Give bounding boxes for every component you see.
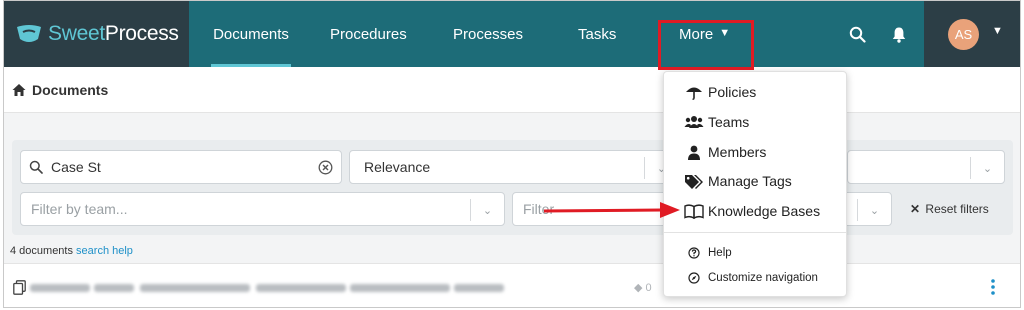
chevron-down-icon: ⌄ bbox=[857, 199, 891, 221]
brand[interactable]: SweetProcess bbox=[4, 1, 189, 67]
menu-item-customize-navigation[interactable]: Customize navigation bbox=[684, 270, 818, 286]
menu-item-members[interactable]: Members bbox=[684, 144, 766, 160]
sort-select[interactable]: Relevance ⌄ bbox=[349, 150, 679, 184]
umbrella-icon bbox=[684, 84, 704, 100]
blurred-text bbox=[94, 284, 134, 292]
nav-procedures[interactable]: Procedures bbox=[330, 1, 407, 67]
notifications-button[interactable] bbox=[888, 23, 910, 45]
brand-name: SweetProcess bbox=[48, 22, 179, 46]
results-summary: 4 documents search help bbox=[10, 245, 133, 257]
top-nav: SweetProcess Documents Procedures Proces… bbox=[4, 1, 1020, 67]
compass-icon bbox=[684, 270, 704, 286]
menu-item-knowledge-bases[interactable]: Knowledge Bases bbox=[684, 203, 820, 219]
search-help-link[interactable]: search help bbox=[76, 245, 133, 257]
more-dropdown-menu: Policies Teams Members Manage Tags Knowl… bbox=[663, 71, 847, 297]
menu-item-policies[interactable]: Policies bbox=[684, 84, 756, 100]
chevron-down-icon: ▼ bbox=[992, 25, 1003, 37]
secondary-select[interactable]: ⌄ bbox=[847, 150, 1005, 184]
results-count: 4 documents bbox=[10, 245, 73, 257]
tag-count: ◆ 0 bbox=[634, 282, 652, 294]
menu-item-label: Knowledge Bases bbox=[708, 203, 821, 219]
nav-tasks[interactable]: Tasks bbox=[578, 1, 616, 67]
clear-icon[interactable] bbox=[318, 160, 333, 175]
users-icon bbox=[684, 114, 704, 130]
blurred-text bbox=[454, 284, 504, 292]
menu-item-label: Policies bbox=[708, 84, 757, 100]
tags-icon bbox=[684, 173, 704, 189]
avatar[interactable]: AS bbox=[948, 19, 979, 50]
menu-item-label: Teams bbox=[708, 114, 750, 130]
logo-icon bbox=[17, 25, 41, 42]
blurred-text bbox=[256, 284, 346, 292]
search-button[interactable] bbox=[846, 23, 868, 45]
table-row[interactable]: ◆ 0 bbox=[4, 263, 1020, 307]
menu-item-help[interactable]: Help bbox=[684, 245, 732, 261]
blurred-text bbox=[140, 284, 250, 292]
book-icon bbox=[684, 203, 704, 219]
team-filter-input[interactable]: Filter by team... ⌄ bbox=[20, 192, 505, 226]
chevron-down-icon: ⌄ bbox=[470, 199, 504, 221]
search-input[interactable]: Case St bbox=[20, 150, 342, 184]
search-icon bbox=[849, 26, 866, 43]
brand-name-part1: Sweet bbox=[48, 22, 105, 45]
blurred-text bbox=[350, 284, 450, 292]
bell-icon bbox=[892, 27, 906, 43]
kebab-menu-icon[interactable] bbox=[990, 278, 996, 296]
annotation-arrow bbox=[543, 202, 680, 218]
menu-item-label: Customize navigation bbox=[708, 272, 818, 284]
search-input-value: Case St bbox=[51, 159, 101, 175]
reset-filters-button[interactable]: ✕ Reset filters bbox=[910, 202, 989, 216]
team-filter-placeholder: Filter by team... bbox=[31, 201, 128, 217]
home-icon bbox=[12, 83, 26, 96]
filter-panel: Case St Relevance ⌄ ⌄ Filter by team... … bbox=[12, 140, 1013, 235]
nav-processes[interactable]: Processes bbox=[453, 1, 523, 67]
menu-item-manage-tags[interactable]: Manage Tags bbox=[684, 173, 792, 189]
menu-divider bbox=[664, 232, 846, 233]
menu-item-teams[interactable]: Teams bbox=[684, 114, 749, 130]
search-icon bbox=[29, 160, 43, 174]
breadcrumb: Documents bbox=[4, 67, 1020, 113]
menu-item-label: Members bbox=[708, 144, 767, 160]
question-icon bbox=[684, 245, 704, 261]
reset-filters-label: Reset filters bbox=[925, 202, 989, 216]
sort-select-value: Relevance bbox=[364, 159, 431, 175]
copy-icon bbox=[13, 280, 26, 295]
menu-item-label: Manage Tags bbox=[708, 173, 792, 189]
menu-item-label: Help bbox=[708, 247, 732, 259]
breadcrumb-label: Documents bbox=[32, 81, 109, 98]
chevron-down-icon: ⌄ bbox=[970, 157, 1004, 179]
tag-count-value: 0 bbox=[645, 282, 652, 294]
brand-name-part2: Process bbox=[104, 22, 179, 45]
annotation-highlight-box bbox=[658, 20, 754, 70]
user-menu[interactable]: AS ▼ bbox=[924, 1, 1020, 67]
blurred-text bbox=[30, 284, 90, 292]
nav-documents[interactable]: Documents bbox=[211, 1, 291, 67]
user-icon bbox=[684, 144, 704, 160]
app-window: SweetProcess Documents Procedures Proces… bbox=[3, 0, 1021, 308]
close-icon: ✕ bbox=[910, 202, 921, 216]
